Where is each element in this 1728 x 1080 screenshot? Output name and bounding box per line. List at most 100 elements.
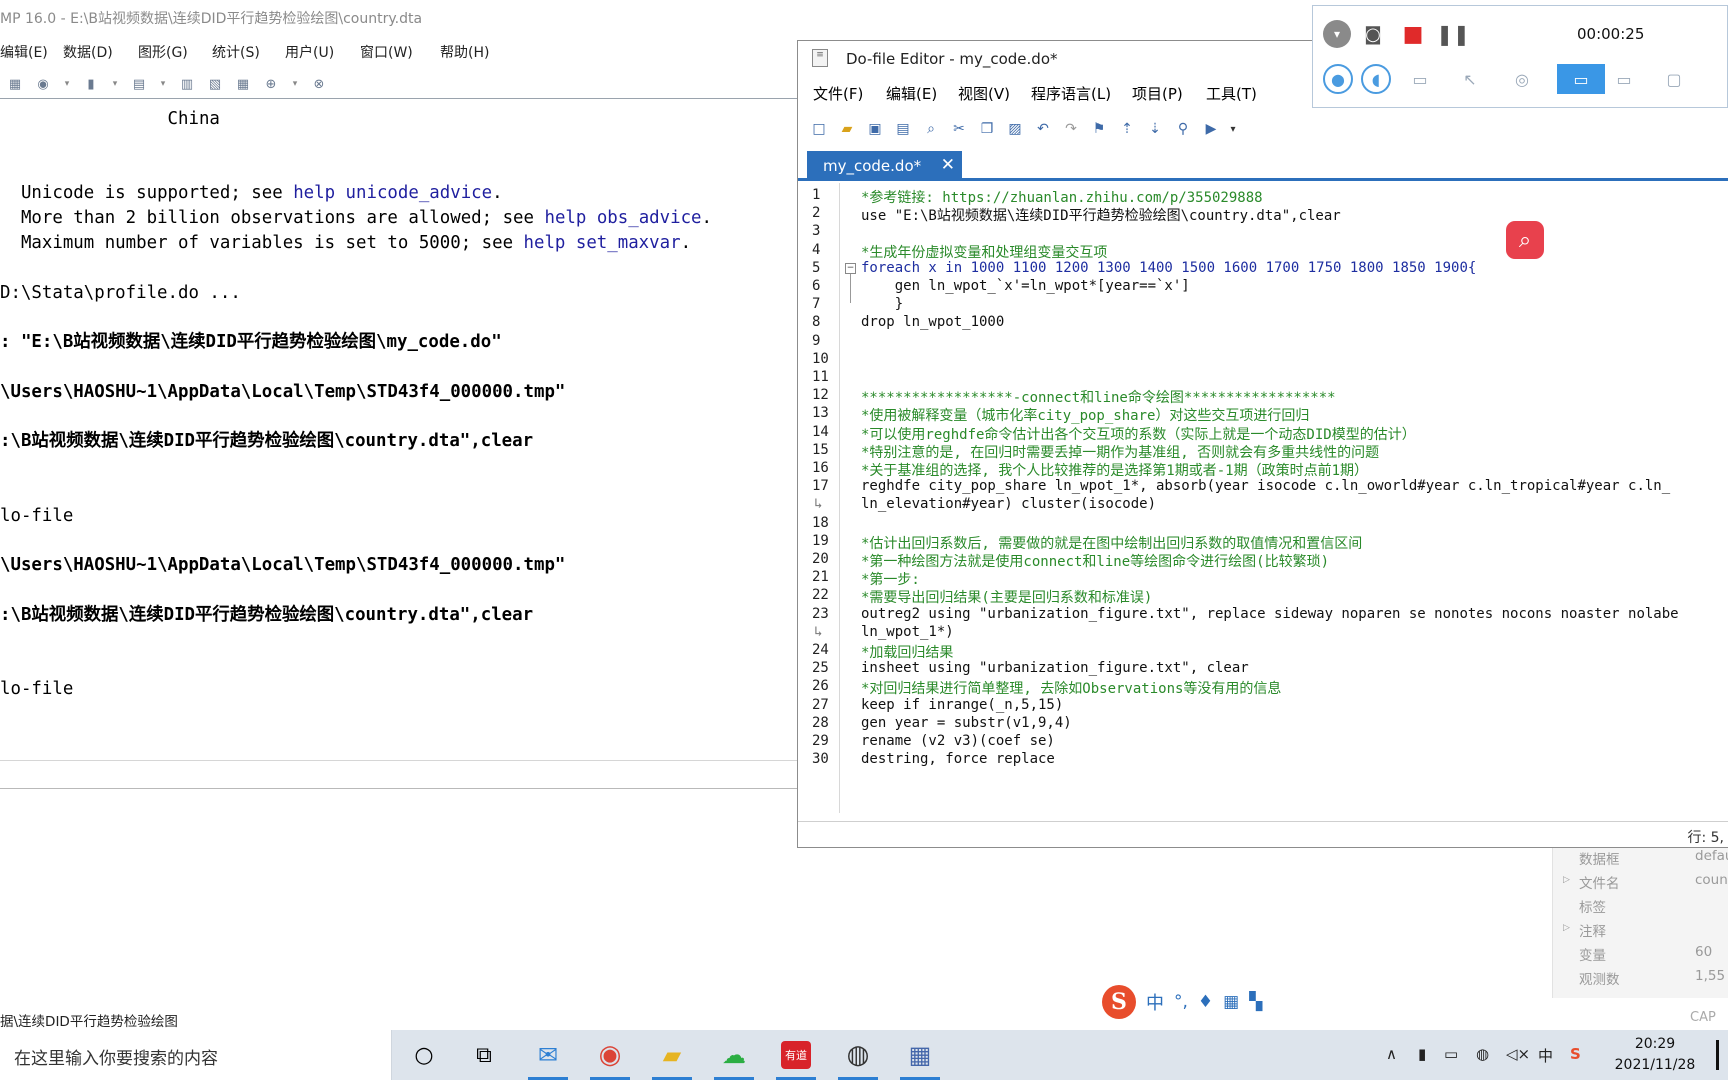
open-folder-icon[interactable]: ▰ <box>836 118 858 140</box>
punctuation-icon[interactable]: °, <box>1174 992 1188 1012</box>
code-line[interactable]: *可以使用reghdfe命令估计出各个交互项的系数（实际上就是一个动态DID模型… <box>861 424 1416 444</box>
chrome-icon[interactable]: ◉ <box>586 1034 634 1080</box>
show-hidden-icons-icon[interactable]: ∧ <box>1386 1045 1397 1063</box>
webcam-icon[interactable]: ◎ <box>1507 64 1537 94</box>
editor-menu-file[interactable]: 文件(F) <box>813 83 863 104</box>
show-file-in-viewer-icon[interactable]: ⚲ <box>1172 118 1194 140</box>
editor-menu-edit[interactable]: 编辑(E) <box>886 83 937 104</box>
link-unicode-advice[interactable]: help unicode_advice <box>293 183 492 203</box>
code-line[interactable]: use "E:\B站视频数据\连续DID平行趋势检验绘图\country.dta… <box>861 205 1341 225</box>
code-line[interactable]: *需要导出回归结果(主要是回归系数和标准误) <box>861 587 1152 607</box>
sogou-tray-icon[interactable]: S <box>1570 1045 1581 1063</box>
prop-row-notes[interactable]: ▷ 注释 <box>1553 920 1728 944</box>
layout-icon[interactable]: ▦ <box>4 74 26 94</box>
volume-muted-icon[interactable]: ◁× <box>1506 1045 1530 1063</box>
stop-record-icon[interactable]: ■ <box>1399 20 1427 48</box>
stata-results-window[interactable]: China Unicode is supported; see help uni… <box>0 98 800 788</box>
camera-off-icon[interactable]: ▭ <box>1405 64 1435 94</box>
taskbar-clock[interactable]: 20:29 2021/11/28 <box>1600 1034 1710 1076</box>
show-desktop-button[interactable] <box>1716 1040 1719 1070</box>
save-icon[interactable]: ▣ <box>864 118 886 140</box>
more-icon[interactable]: ⊕ <box>260 74 282 94</box>
code-line[interactable]: gen ln_wpot_`x'=ln_wpot*[year==`x'] <box>861 278 1190 294</box>
graph-icon[interactable]: ▮ <box>80 74 102 94</box>
cortana-icon[interactable]: ○ <box>400 1034 448 1076</box>
code-line[interactable]: *加载回归结果 <box>861 642 953 662</box>
youdao-icon[interactable]: 有道 <box>772 1034 820 1080</box>
voice-input-icon[interactable]: ♦ <box>1198 992 1213 1012</box>
chevron-down-icon[interactable]: ▾ <box>156 74 170 94</box>
stata-menu-graphics[interactable]: 图形(G) <box>138 36 188 62</box>
code-line[interactable]: *第一步: <box>861 569 920 589</box>
link-obs-advice[interactable]: help obs_advice <box>544 208 701 228</box>
find-icon[interactable]: ⌕ <box>920 118 942 140</box>
battery-icon[interactable]: ▭ <box>1444 1045 1458 1063</box>
stata-app-icon[interactable]: ▦ <box>896 1034 944 1080</box>
code-line[interactable]: ln_wpot_1*) <box>861 624 954 640</box>
editor-menu-language[interactable]: 程序语言(L) <box>1031 83 1111 104</box>
speaker-icon[interactable]: ◖ <box>1361 64 1391 94</box>
fold-toggle-icon[interactable]: − <box>845 263 856 274</box>
mail-icon[interactable]: ✉ <box>524 1034 572 1080</box>
camera-icon[interactable]: ◙ <box>1359 20 1387 48</box>
microphone-tray-icon[interactable]: ▮ <box>1418 1045 1426 1063</box>
code-line[interactable]: *生成年份虚拟变量和处理组变量交互项 <box>861 242 1107 262</box>
cut-icon[interactable]: ✂ <box>948 118 970 140</box>
network-icon[interactable]: ◍ <box>1476 1045 1489 1063</box>
microphone-icon[interactable]: ● <box>1323 64 1353 94</box>
data-browser-icon[interactable]: ▧ <box>204 74 226 94</box>
code-line[interactable]: drop ln_wpot_1000 <box>861 314 1004 330</box>
code-line[interactable]: *使用被解释变量（城市化率city_pop_share）对这些交互项进行回归 <box>861 405 1309 425</box>
close-icon[interactable]: ✕ <box>941 155 955 175</box>
code-line[interactable]: keep if inrange(_n,5,15) <box>861 697 1063 713</box>
editor-menu-view[interactable]: 视图(V) <box>958 83 1010 104</box>
code-line[interactable]: ln_elevation#year) cluster(isocode) <box>861 496 1156 512</box>
redo-icon[interactable]: ↷ <box>1060 118 1082 140</box>
previous-bookmark-icon[interactable]: ⇡ <box>1116 118 1138 140</box>
code-line[interactable]: destring, force replace <box>861 751 1055 767</box>
input-method-icon[interactable]: 中 <box>1538 1045 1553 1066</box>
keyboard-icon[interactable]: ▦ <box>1223 992 1239 1012</box>
sogou-logo-icon[interactable]: S <box>1102 985 1136 1019</box>
data-editor-icon[interactable]: ▥ <box>176 74 198 94</box>
variables-manager-icon[interactable]: ▦ <box>232 74 254 94</box>
next-bookmark-icon[interactable]: ⇣ <box>1144 118 1166 140</box>
stata-menu-window[interactable]: 窗口(W) <box>360 36 413 62</box>
code-line[interactable]: foreach x in 1000 1100 1200 1300 1400 15… <box>861 260 1476 276</box>
code-area[interactable]: 1 2 3 4 5 6 7 8 9 10 11 12 13 14 15 16 17 ↳ 18 19 20 21 22 23 ↳ 2… <box>798 183 1728 813</box>
code-line[interactable]: *特别注意的是, 在回归时需要丢掉一期作为基准组, 否则就会有多重共线性的问题 <box>861 442 1379 462</box>
task-view-icon[interactable]: ⧉ <box>460 1034 508 1076</box>
ime-language[interactable]: 中 <box>1146 989 1164 1015</box>
paste-icon[interactable]: ▨ <box>1004 118 1026 140</box>
toggle-bookmark-icon[interactable]: ⚑ <box>1088 118 1110 140</box>
file-explorer-icon[interactable]: ▰ <box>648 1034 696 1080</box>
code-line[interactable]: reghdfe city_pop_share ln_wpot_1*, absor… <box>861 478 1670 494</box>
recorder-app-icon[interactable]: ◍ <box>834 1034 882 1080</box>
fullscreen-record-icon[interactable]: ▭ <box>1557 64 1605 94</box>
editor-menu-project[interactable]: 项目(P) <box>1132 83 1183 104</box>
do-file-editor-window[interactable]: ≡ Do-file Editor - my_code.do* 文件(F) 编辑(… <box>797 40 1728 848</box>
chevron-down-icon[interactable]: ▾ <box>1228 118 1238 140</box>
print-icon[interactable]: ▤ <box>892 118 914 140</box>
viewer-eye-icon[interactable]: ◉ <box>32 74 54 94</box>
prop-row-filename[interactable]: ▷ 文件名 coun <box>1553 872 1728 896</box>
chevron-down-icon[interactable]: ▾ <box>60 74 74 94</box>
code-line[interactable]: outreg2 using "urbanization_figure.txt",… <box>861 606 1679 622</box>
code-line[interactable]: *估计出回归系数后, 需要做的就是在图中绘制出回归系数的取值情况和置信区间 <box>861 533 1362 553</box>
region-record-icon[interactable]: ▢ <box>1659 64 1689 94</box>
cursor-icon[interactable]: ↖ <box>1455 64 1485 94</box>
chevron-down-icon[interactable]: ▾ <box>1323 20 1351 48</box>
wechat-icon[interactable]: ☁ <box>710 1034 758 1080</box>
stata-menu-statistics[interactable]: 统计(S) <box>212 36 260 62</box>
stata-menu-user[interactable]: 用户(U) <box>285 36 334 62</box>
code-line[interactable]: gen year = substr(v1,9,4) <box>861 715 1072 731</box>
code-line[interactable]: ******************-connect和line命令绘图*****… <box>861 387 1336 407</box>
code-line[interactable]: insheet using "urbanization_figure.txt",… <box>861 660 1249 676</box>
code-line[interactable]: *关于基准组的选择, 我个人比较推荐的是选择第1期或者-1期（政策时点前1期） <box>861 460 1368 480</box>
stata-menu-edit[interactable]: 编辑(E) <box>0 36 48 62</box>
execute-do-icon[interactable]: ▶ <box>1200 118 1222 140</box>
editor-menu-tools[interactable]: 工具(T) <box>1206 83 1257 104</box>
code-line[interactable]: *参考链接: https://zhuanlan.zhihu.com/p/3550… <box>861 187 1263 207</box>
new-file-icon[interactable]: □ <box>808 118 830 140</box>
stata-menu-help[interactable]: 帮助(H) <box>440 36 489 62</box>
